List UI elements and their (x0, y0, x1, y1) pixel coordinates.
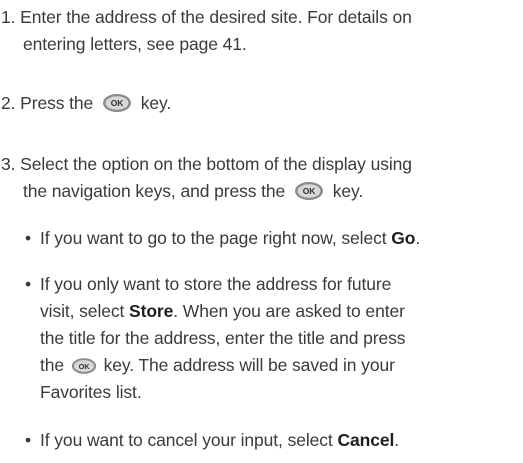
ok-key-icon: OK (71, 357, 97, 380)
step-number: 3. (1, 154, 16, 174)
step-text: Enter the address of the desired site. F… (20, 7, 412, 27)
store-option: Store (129, 301, 174, 321)
bullet-dot: • (25, 228, 32, 248)
step-number: 1. (1, 7, 16, 27)
ok-key-icon: OK (102, 93, 132, 118)
bullet-dot: • (25, 430, 32, 450)
step-text-after: key. (140, 93, 172, 113)
svg-text:OK: OK (78, 362, 90, 371)
step-text-after: key. (332, 181, 364, 201)
bullet-dot: • (25, 274, 32, 294)
step-number: 2. (1, 93, 16, 113)
step-1-line-2: entering letters, see page 41. (23, 34, 247, 54)
step-text: Press the (20, 93, 94, 113)
bullet-store-line-5: Favorites list. (40, 382, 142, 402)
ok-key-icon: OK (294, 181, 324, 206)
go-option: Go (391, 228, 416, 248)
bullet-go: If you want to go to the page right now,… (40, 228, 421, 248)
step-text: the navigation keys, and press the (23, 181, 286, 201)
step-2: 2. Press the OK key. (1, 93, 171, 118)
svg-text:OK: OK (111, 98, 125, 108)
step-3: 3. Select the option on the bottom of th… (1, 154, 412, 175)
bullet-store-line-2: visit, select Store. When you are asked … (40, 301, 405, 321)
bullet-store-line-3: the title for the address, enter the tit… (40, 328, 406, 348)
svg-text:OK: OK (303, 186, 317, 196)
bullet-store-line-4: the OK key. The address will be saved in… (40, 355, 395, 380)
step-text: Select the option on the bottom of the d… (20, 154, 412, 174)
bullet-store-line-1: If you only want to store the address fo… (40, 274, 392, 294)
cancel-option: Cancel (337, 430, 395, 450)
bullet-cancel: If you want to cancel your input, select… (40, 430, 400, 450)
step-1: 1. Enter the address of the desired site… (1, 7, 412, 28)
step-3-line-2: the navigation keys, and press the OK ke… (23, 181, 363, 206)
